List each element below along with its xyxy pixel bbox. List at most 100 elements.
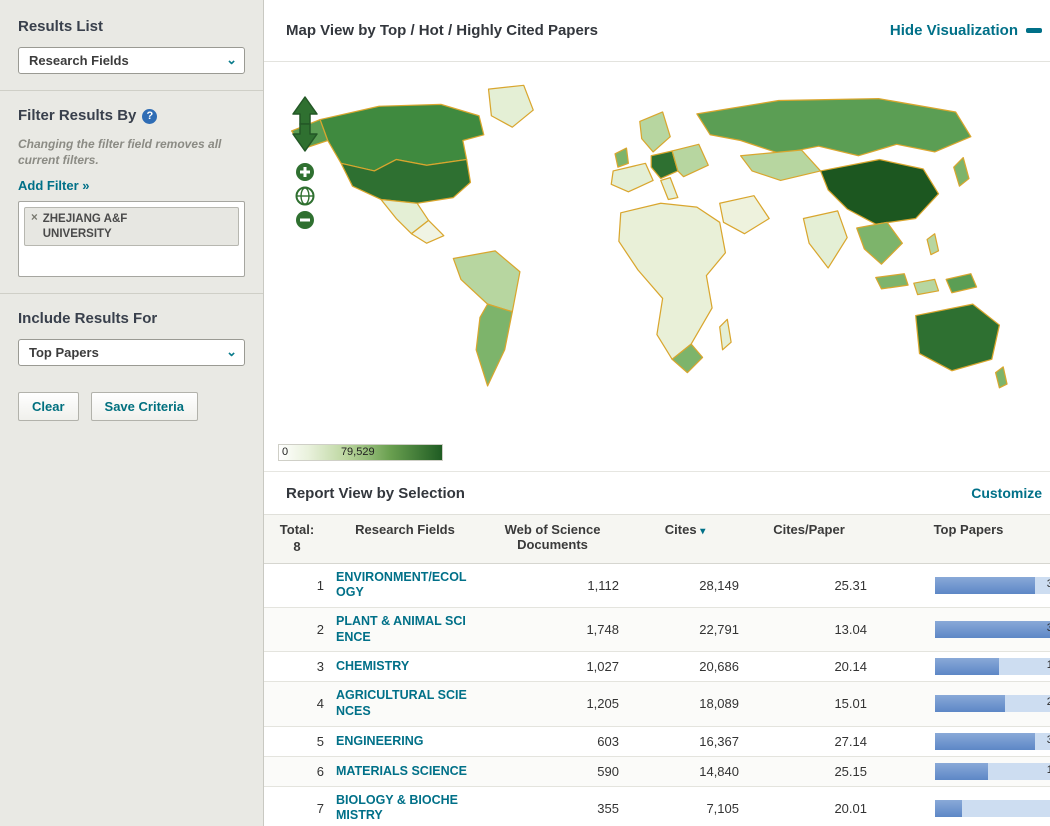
countries-layer[interactable] xyxy=(290,84,1008,389)
top-papers-bar-fill xyxy=(935,695,1006,713)
zoom-out-icon xyxy=(296,211,314,229)
map-view-title: Map View by Top / Hot / Highly Cited Pap… xyxy=(286,22,598,39)
globe-icon xyxy=(295,186,315,206)
map-color-legend: 0 79,529 xyxy=(278,444,443,461)
chevron-down-icon: ⌄ xyxy=(226,344,237,360)
hide-visualization-link[interactable]: Hide Visualization xyxy=(890,22,1042,39)
research-field-link[interactable]: ENGINEERING xyxy=(336,734,424,750)
country-shape xyxy=(856,221,903,265)
country-shape xyxy=(671,143,709,178)
country-shape xyxy=(913,278,940,296)
research-field-link[interactable]: PLANT & ANIMAL SCIENCE xyxy=(336,614,468,645)
row-documents: 590 xyxy=(480,755,625,787)
research-field-link[interactable]: AGRICULTURAL SCIENCES xyxy=(336,688,468,719)
row-rank: 7 xyxy=(264,785,330,826)
legend-max-label: 79,529 xyxy=(340,446,375,458)
legend-min-label: 0 xyxy=(282,446,289,458)
report-view-header: Report View by Selection Customize xyxy=(264,472,1050,514)
country-shape xyxy=(719,318,732,351)
include-results-value: Top Papers xyxy=(29,345,99,361)
add-filter-link[interactable]: Add Filter » xyxy=(18,178,90,193)
row-cites: 22,791 xyxy=(625,607,745,652)
help-icon[interactable]: ? xyxy=(142,109,158,124)
sidebar-divider xyxy=(0,90,263,91)
total-value: 8 xyxy=(293,538,301,554)
top-papers-bar: 19 xyxy=(935,658,1050,676)
row-cites: 28,149 xyxy=(625,562,745,608)
column-header-wos-documents[interactable]: Web of Science Documents xyxy=(480,514,625,564)
country-shape xyxy=(452,250,521,313)
total-count: Total: 8 xyxy=(264,514,330,564)
row-rank: 5 xyxy=(264,725,330,757)
results-list-value: Research Fields xyxy=(29,53,129,68)
row-documents: 1,112 xyxy=(480,562,625,608)
row-documents: 1,748 xyxy=(480,607,625,652)
row-cites: 14,840 xyxy=(625,755,745,787)
report-table-header-row: Total: 8 Research Fields Web of Science … xyxy=(264,514,1050,564)
top-papers-bar-fill xyxy=(935,621,1050,639)
app-window: Results List Research Fields ⌄ Filter Re… xyxy=(0,0,1050,826)
row-cites-per-paper: 20.01 xyxy=(745,785,873,826)
row-cites-per-paper: 25.15 xyxy=(745,755,873,787)
table-row: 6 MATERIALS SCIENCE 590 14,840 25.15 16 xyxy=(264,755,1050,787)
country-shape xyxy=(614,147,629,168)
top-papers-bar: 16 xyxy=(935,762,1050,780)
world-map-svg[interactable] xyxy=(278,72,1013,424)
table-row: 1 ENVIRONMENT/ECOLOGY 1,112 28,149 25.31… xyxy=(264,562,1050,608)
row-documents: 603 xyxy=(480,725,625,757)
row-rank: 4 xyxy=(264,681,330,727)
table-row: 5 ENGINEERING 603 16,367 27.14 30 xyxy=(264,725,1050,757)
top-papers-bar-fill xyxy=(935,799,963,817)
row-cites: 20,686 xyxy=(625,651,745,682)
save-criteria-button[interactable]: Save Criteria xyxy=(90,392,199,422)
country-shape xyxy=(719,195,770,235)
table-row: 7 BIOLOGY & BIOCHEMISTRY 355 7,105 20.01… xyxy=(264,785,1050,826)
row-documents: 355 xyxy=(480,785,625,826)
world-map[interactable] xyxy=(278,72,1050,427)
top-papers-bar-fill xyxy=(935,658,999,676)
row-cites: 16,367 xyxy=(625,725,745,757)
column-header-cites[interactable]: Cites ▾ xyxy=(625,514,745,564)
customize-link[interactable]: Customize xyxy=(971,485,1042,501)
collapse-icon xyxy=(1026,28,1042,33)
sidebar-divider xyxy=(0,293,263,295)
sidebar: Results List Research Fields ⌄ Filter Re… xyxy=(0,0,264,826)
filter-tag[interactable]: × ZHEJIANG A&F UNIVERSITY xyxy=(24,207,239,247)
country-shape xyxy=(875,273,909,290)
map-navigation-controls[interactable] xyxy=(288,94,322,237)
row-cites-per-paper: 15.01 xyxy=(745,681,873,727)
country-shape xyxy=(953,157,970,187)
research-field-link[interactable]: ENVIRONMENT/ECOLOGY xyxy=(336,570,468,601)
country-shape xyxy=(945,273,978,294)
country-shape xyxy=(618,202,727,360)
table-row: 2 PLANT & ANIMAL SCIENCE 1,748 22,791 13… xyxy=(264,607,1050,652)
results-list-dropdown[interactable]: Research Fields ⌄ xyxy=(18,47,245,74)
country-shape xyxy=(994,366,1008,389)
chevron-down-icon: ⌄ xyxy=(226,52,237,67)
include-results-dropdown[interactable]: Top Papers ⌄ xyxy=(18,339,245,367)
country-shape xyxy=(475,303,513,387)
research-field-link[interactable]: MATERIALS SCIENCE xyxy=(336,764,467,780)
clear-button[interactable]: Clear xyxy=(18,392,79,422)
column-header-cites-per-paper[interactable]: Cites/Paper xyxy=(745,514,873,564)
research-field-link[interactable]: CHEMISTRY xyxy=(336,659,409,675)
row-rank: 3 xyxy=(264,651,330,682)
research-field-link[interactable]: BIOLOGY & BIOCHEMISTRY xyxy=(336,793,468,824)
country-shape xyxy=(639,111,671,153)
row-documents: 1,205 xyxy=(480,681,625,727)
column-header-research-fields[interactable]: Research Fields xyxy=(330,514,480,564)
remove-filter-icon[interactable]: × xyxy=(31,212,38,241)
top-papers-bar-fill xyxy=(935,732,1036,750)
main-content: Map View by Top / Hot / Highly Cited Pap… xyxy=(264,0,1050,826)
filter-results-heading: Filter Results By? xyxy=(18,107,245,124)
zoom-in-icon xyxy=(296,163,314,181)
column-header-top-papers[interactable]: Top Papers xyxy=(873,514,1050,564)
country-shape xyxy=(740,149,822,182)
top-papers-bar: 39 xyxy=(935,621,1050,639)
country-shape xyxy=(487,84,534,128)
table-row: 3 CHEMISTRY 1,027 20,686 20.14 19 xyxy=(264,651,1050,682)
include-results-heading: Include Results For xyxy=(18,310,158,328)
row-cites: 7,105 xyxy=(625,785,745,826)
report-table: Total: 8 Research Fields Web of Science … xyxy=(264,514,1050,826)
active-filters-box: × ZHEJIANG A&F UNIVERSITY xyxy=(18,201,245,278)
